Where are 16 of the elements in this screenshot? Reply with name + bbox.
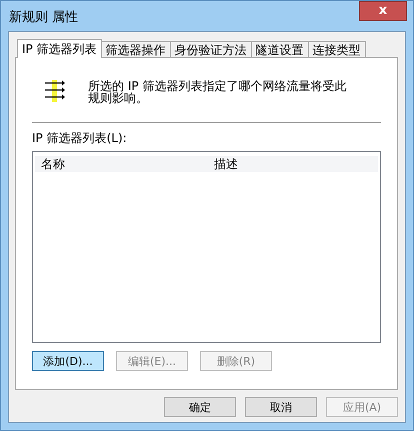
dialog-button[interactable]: 确定 — [164, 397, 236, 417]
window-title: 新规则 属性 — [9, 9, 78, 26]
close-button[interactable]: x — [359, 1, 407, 21]
filter-list[interactable]: 名称 描述 — [32, 151, 381, 343]
filter-arrows-icon — [44, 80, 66, 102]
dialog-button[interactable]: 取消 — [245, 397, 317, 417]
tab[interactable]: 身份验证方法 — [170, 41, 252, 58]
column-header[interactable]: 名称 — [35, 156, 208, 173]
description-text: 所选的 IP 筛选器列表指定了哪个网络流量将受此规则影响。 — [88, 78, 348, 104]
tab[interactable]: 隧道设置 — [250, 41, 309, 58]
list-button[interactable]: 添加(D)... — [32, 351, 104, 371]
tab[interactable]: 连接类型 — [308, 41, 366, 58]
tab[interactable]: 筛选器操作 — [100, 41, 171, 58]
list-label: IP 筛选器列表(L): — [32, 130, 128, 147]
tab[interactable]: IP 筛选器列表 — [17, 39, 102, 58]
column-header[interactable]: 描述 — [208, 156, 378, 173]
